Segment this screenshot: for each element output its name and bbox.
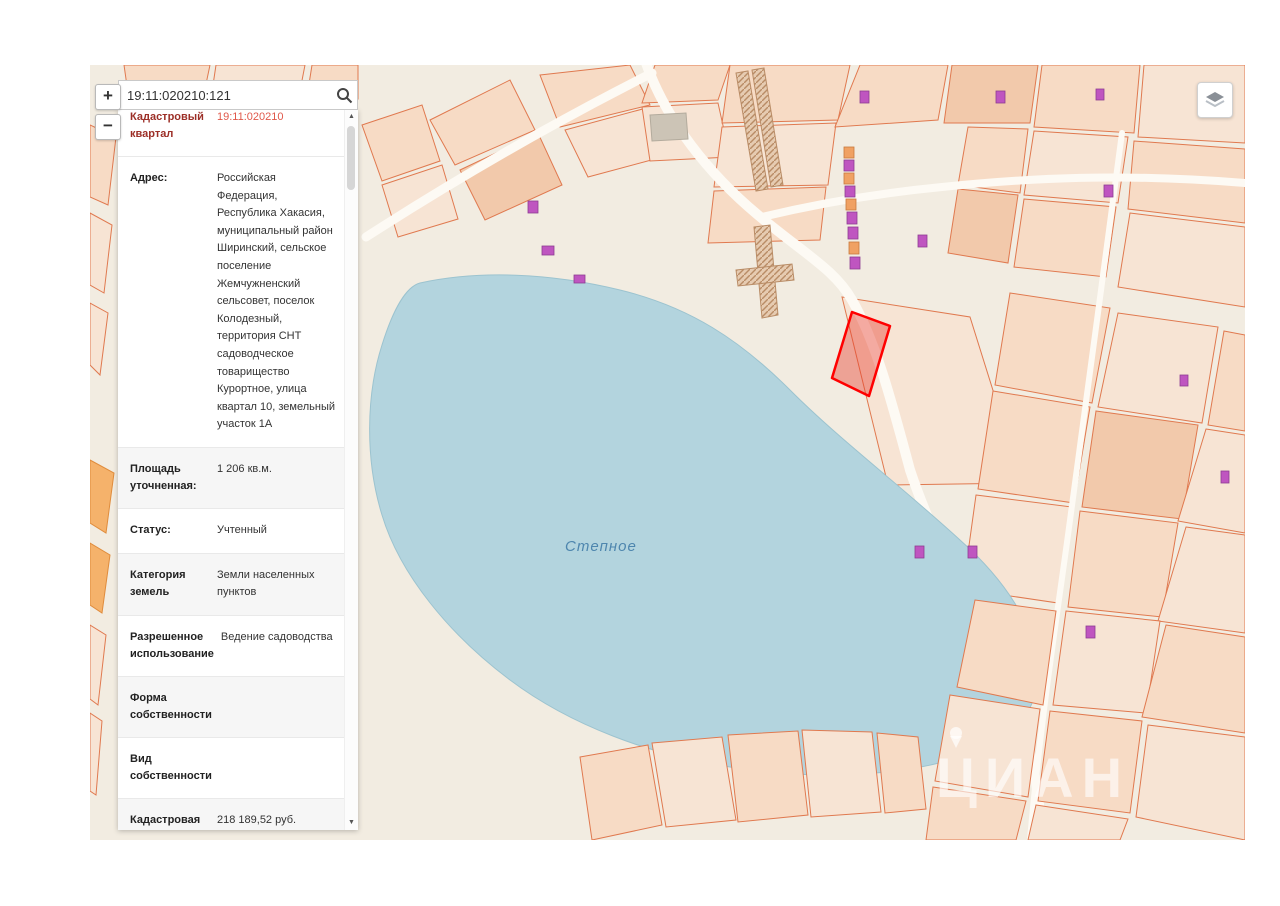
page: Степное ЦИАН + − 19:11:020210:121 Кадаст… xyxy=(0,0,1280,906)
layers-button[interactable] xyxy=(1197,82,1233,118)
row-value: Учтенный xyxy=(217,524,267,537)
zoom-in-button[interactable]: + xyxy=(95,84,121,110)
watermark-text: ЦИАН xyxy=(936,746,1130,809)
scroll-thumb[interactable] xyxy=(347,126,355,190)
row-label: Форма собственности xyxy=(130,691,212,722)
row-value: 218 189,52 руб. xyxy=(217,814,297,827)
row-label: Кадастровая стоимость xyxy=(130,814,201,827)
scroll-down-arrow-icon[interactable]: ▼ xyxy=(345,817,358,829)
row-value: Ведение садоводства xyxy=(220,630,333,643)
panel-scrollbar[interactable]: ▲ ▼ xyxy=(344,110,358,830)
search-icon xyxy=(336,87,352,103)
row-label: Разрешенное использование xyxy=(130,630,214,660)
row-label: Вид собственности xyxy=(130,753,212,783)
row-value: Российская Федерация, Республика Хакасия… xyxy=(217,172,336,431)
scroll-up-arrow-icon[interactable]: ▲ xyxy=(345,111,358,123)
search-input[interactable] xyxy=(119,81,331,109)
lake-label: Степное xyxy=(565,538,637,555)
search-bar xyxy=(118,80,358,110)
zoom-out-button[interactable]: − xyxy=(95,114,121,140)
panel-row-cadastral-quarter: Кадастровый квартал 19:11:020210 xyxy=(118,110,358,158)
panel-row-ownership-form: Форма собственности xyxy=(118,676,358,739)
panel-row-area: Площадь уточненная: 1 206 кв.м. xyxy=(118,448,358,510)
row-label: Кадастровый квартал xyxy=(130,111,204,141)
gray-building xyxy=(649,112,689,142)
parcel-info-panel: Кадастровый квартал 19:11:020210 Адрес: … xyxy=(118,110,358,830)
cross-building xyxy=(735,263,795,287)
row-value: 19:11:020210 xyxy=(217,111,284,123)
row-value: Земли населенных пунктов xyxy=(217,568,315,599)
row-value xyxy=(212,751,338,785)
row-label: Категория земель xyxy=(130,568,186,598)
zoom-controls: + − xyxy=(95,84,121,144)
panel-row-cadastral-value: Кадастровая стоимость 218 189,52 руб. xyxy=(118,799,358,830)
panel-body: Кадастровый квартал 19:11:020210 Адрес: … xyxy=(118,110,358,830)
search-button[interactable] xyxy=(331,81,357,109)
panel-row-land-category: Категория земель Земли населенных пункто… xyxy=(118,553,358,616)
panel-row-status: Статус: Учтенный xyxy=(118,509,358,554)
row-label: Статус: xyxy=(130,524,171,537)
panel-row-ownership-type: Вид собственности xyxy=(118,738,358,800)
layers-icon xyxy=(1205,92,1225,108)
panel-row-address: Адрес: Российская Федерация, Республика … xyxy=(118,157,358,448)
row-label: Адрес: xyxy=(130,172,168,185)
row-label: Площадь уточненная: xyxy=(130,463,197,493)
map-viewport[interactable]: Степное ЦИАН + − 19:11:020210:121 Кадаст… xyxy=(90,65,1245,840)
row-value: 1 206 кв.м. xyxy=(217,463,272,475)
panel-row-permitted-use: Разрешенное использование Ведение садово… xyxy=(118,616,358,677)
row-value xyxy=(212,690,338,724)
